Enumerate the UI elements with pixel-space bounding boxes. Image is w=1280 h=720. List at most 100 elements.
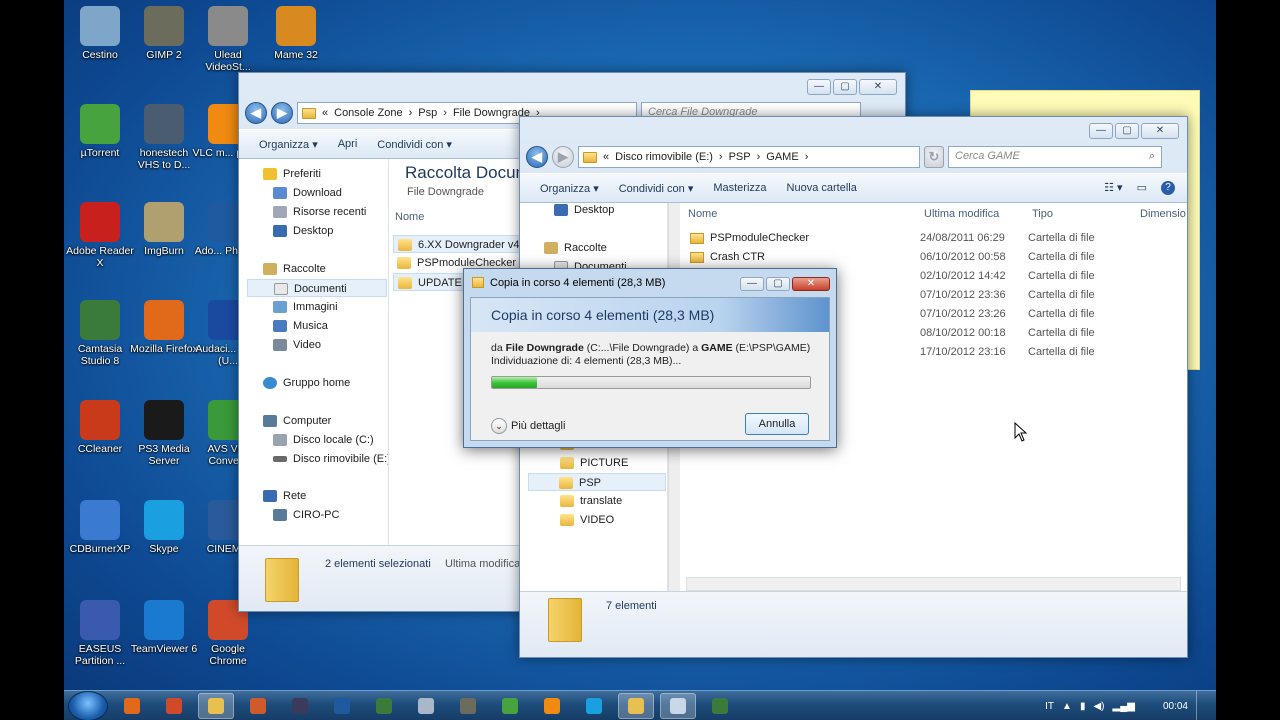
breadcrumb-separator[interactable]: › bbox=[757, 151, 761, 163]
tray-expand-icon[interactable]: ▲ bbox=[1062, 701, 1072, 712]
nav-folder[interactable]: VIDEO bbox=[560, 511, 614, 529]
desktop-shortcut[interactable]: ImgBurn bbox=[128, 202, 200, 257]
taskbar-button-camtasia[interactable] bbox=[366, 693, 402, 719]
nav-desktop[interactable]: Desktop bbox=[273, 222, 333, 240]
taskbar-button-skype[interactable] bbox=[576, 693, 612, 719]
taskbar-button-firefox[interactable] bbox=[114, 693, 150, 719]
nav-music[interactable]: Musica bbox=[273, 317, 328, 335]
back-button[interactable]: ◀ bbox=[245, 102, 267, 124]
maximize-button[interactable]: ▢ bbox=[766, 277, 790, 291]
desktop-shortcut[interactable]: TeamViewer 6 bbox=[128, 600, 200, 655]
taskbar-button-utorrent[interactable] bbox=[492, 693, 528, 719]
maximize-button[interactable]: ▢ bbox=[1115, 123, 1139, 139]
nav-removable[interactable]: Disco rimovibile (E:) bbox=[273, 450, 388, 468]
share-button[interactable]: Condividi con ▾ bbox=[377, 138, 452, 151]
nav-recent[interactable]: Risorse recenti bbox=[273, 203, 366, 221]
taskbar-button-vlc[interactable] bbox=[534, 693, 570, 719]
table-row[interactable]: PSPmoduleChecker 24/08/2011 06:29 Cartella… bbox=[680, 229, 1187, 248]
organize-button[interactable]: Organizza ▾ bbox=[540, 182, 599, 195]
minimize-button[interactable]: — bbox=[807, 79, 831, 95]
forward-button[interactable]: ▶ bbox=[271, 102, 293, 124]
taskbar-button-copy[interactable] bbox=[660, 692, 696, 719]
refresh-button[interactable]: ↻ bbox=[924, 146, 944, 168]
breadcrumb-separator[interactable]: › bbox=[409, 107, 413, 119]
preview-pane-icon[interactable]: ▭ bbox=[1137, 181, 1147, 195]
minimize-button[interactable]: — bbox=[1089, 123, 1113, 139]
breadcrumb-item[interactable]: Console Zone bbox=[334, 107, 403, 119]
nav-local-disk[interactable]: Disco locale (C:) bbox=[273, 431, 374, 449]
column-name[interactable]: Nome bbox=[395, 211, 424, 223]
start-button[interactable] bbox=[68, 690, 108, 720]
desktop-shortcut[interactable]: Mozilla Firefox bbox=[128, 300, 200, 355]
close-button[interactable]: ✕ bbox=[792, 277, 830, 291]
minimize-button[interactable]: — bbox=[740, 277, 764, 291]
new-folder-button[interactable]: Nuova cartella bbox=[787, 182, 857, 194]
taskbar-button-after-effects[interactable] bbox=[282, 693, 318, 719]
nav-homegroup[interactable]: Gruppo home bbox=[263, 374, 350, 392]
nav-desktop[interactable]: Desktop bbox=[554, 203, 614, 219]
copy-progress-dialog[interactable]: Copia in corso 4 elementi (28,3 MB) — ▢ … bbox=[463, 268, 837, 448]
desktop-shortcut[interactable]: µTorrent bbox=[64, 104, 136, 159]
breadcrumb-separator[interactable]: › bbox=[719, 151, 723, 163]
nav-libraries[interactable]: Raccolte bbox=[263, 260, 326, 278]
breadcrumb-overflow[interactable]: « bbox=[603, 151, 609, 163]
breadcrumb-item[interactable]: Disco rimovibile (E:) bbox=[615, 151, 713, 163]
nav-images[interactable]: Immagini bbox=[273, 298, 338, 316]
desktop-shortcut[interactable]: Ulead VideoSt... bbox=[192, 6, 264, 73]
cancel-button[interactable]: Annulla bbox=[745, 413, 809, 435]
signal-tray-icon[interactable]: ▂▄▆ bbox=[1113, 701, 1135, 712]
taskbar-button-camtasia2[interactable] bbox=[702, 693, 738, 719]
desktop-shortcut[interactable]: PS3 Media Server bbox=[128, 400, 200, 467]
desktop-shortcut[interactable]: Adobe Reader X bbox=[64, 202, 136, 269]
nav-libraries[interactable]: Raccolte bbox=[544, 239, 607, 257]
desktop-shortcut[interactable]: EASEUS Partition ... bbox=[64, 600, 136, 667]
desktop-shortcut[interactable]: Skype bbox=[128, 500, 200, 555]
nav-download[interactable]: Download bbox=[273, 184, 342, 202]
search-icon[interactable]: ⌕ bbox=[1149, 150, 1155, 163]
maximize-button[interactable]: ▢ bbox=[833, 79, 857, 95]
column-date[interactable]: Ultima modifica bbox=[924, 203, 999, 225]
horizontal-scrollbar[interactable] bbox=[686, 577, 1181, 591]
show-desktop-button[interactable] bbox=[1196, 691, 1208, 720]
table-row[interactable]: Crash CTR 06/10/2012 00:58 Cartella di fil… bbox=[680, 248, 1187, 267]
desktop-shortcut[interactable]: Cestino bbox=[64, 6, 136, 61]
address-bar[interactable]: « Disco rimovibile (E:) › PSP › GAME › bbox=[578, 146, 920, 168]
burn-button[interactable]: Masterizza bbox=[713, 182, 766, 194]
organize-button[interactable]: Organizza ▾ bbox=[259, 138, 318, 151]
clock[interactable]: 00:04 bbox=[1163, 701, 1188, 712]
nav-computer[interactable]: Computer bbox=[263, 412, 331, 430]
taskbar-button-files[interactable] bbox=[408, 693, 444, 719]
nav-favorites[interactable]: Preferiti bbox=[263, 165, 321, 183]
desktop-shortcut[interactable]: Camtasia Studio 8 bbox=[64, 300, 136, 367]
breadcrumb-item[interactable]: GAME bbox=[766, 151, 798, 163]
close-button[interactable]: ✕ bbox=[859, 79, 897, 95]
share-button[interactable]: Condividi con ▾ bbox=[619, 182, 694, 195]
nav-folder[interactable]: translate bbox=[560, 492, 622, 510]
desktop-shortcut[interactable]: honestech VHS to D... bbox=[128, 104, 200, 171]
more-details-toggle[interactable]: ⌄ Più dettagli bbox=[491, 418, 565, 434]
breadcrumb-overflow[interactable]: « bbox=[322, 107, 328, 119]
source-name[interactable]: File Downgrade bbox=[506, 342, 584, 354]
file-item[interactable]: 6.XX Downgrader v4.1 bbox=[393, 235, 529, 253]
search-input[interactable]: Cerca GAME ⌕ bbox=[948, 146, 1162, 168]
column-size[interactable]: Dimensio bbox=[1140, 203, 1186, 225]
taskbar-button-gimp[interactable] bbox=[450, 693, 486, 719]
taskbar-button-media[interactable] bbox=[240, 693, 276, 719]
nav-video[interactable]: Video bbox=[273, 336, 321, 354]
taskbar-button-explorer2[interactable] bbox=[618, 692, 654, 719]
language-indicator[interactable]: IT bbox=[1045, 701, 1054, 712]
desktop-shortcut[interactable]: Mame 32 bbox=[260, 6, 332, 61]
help-icon[interactable]: ? bbox=[1161, 181, 1175, 195]
taskbar-button-chrome[interactable] bbox=[156, 693, 192, 719]
nav-folder[interactable]: PSP bbox=[528, 473, 666, 491]
open-button[interactable]: Apri bbox=[338, 138, 358, 150]
back-button[interactable]: ◀ bbox=[526, 146, 548, 168]
nav-documents[interactable]: Documenti bbox=[247, 279, 387, 297]
column-name[interactable]: Nome bbox=[688, 203, 717, 225]
taskbar-button-photoshop[interactable] bbox=[324, 693, 360, 719]
close-button[interactable]: ✕ bbox=[1141, 123, 1179, 139]
nav-network[interactable]: Rete bbox=[263, 487, 306, 505]
breadcrumb-separator[interactable]: › bbox=[443, 107, 447, 119]
volume-tray-icon[interactable]: ◀) bbox=[1093, 701, 1104, 712]
taskbar-button-explorer[interactable] bbox=[198, 692, 234, 719]
